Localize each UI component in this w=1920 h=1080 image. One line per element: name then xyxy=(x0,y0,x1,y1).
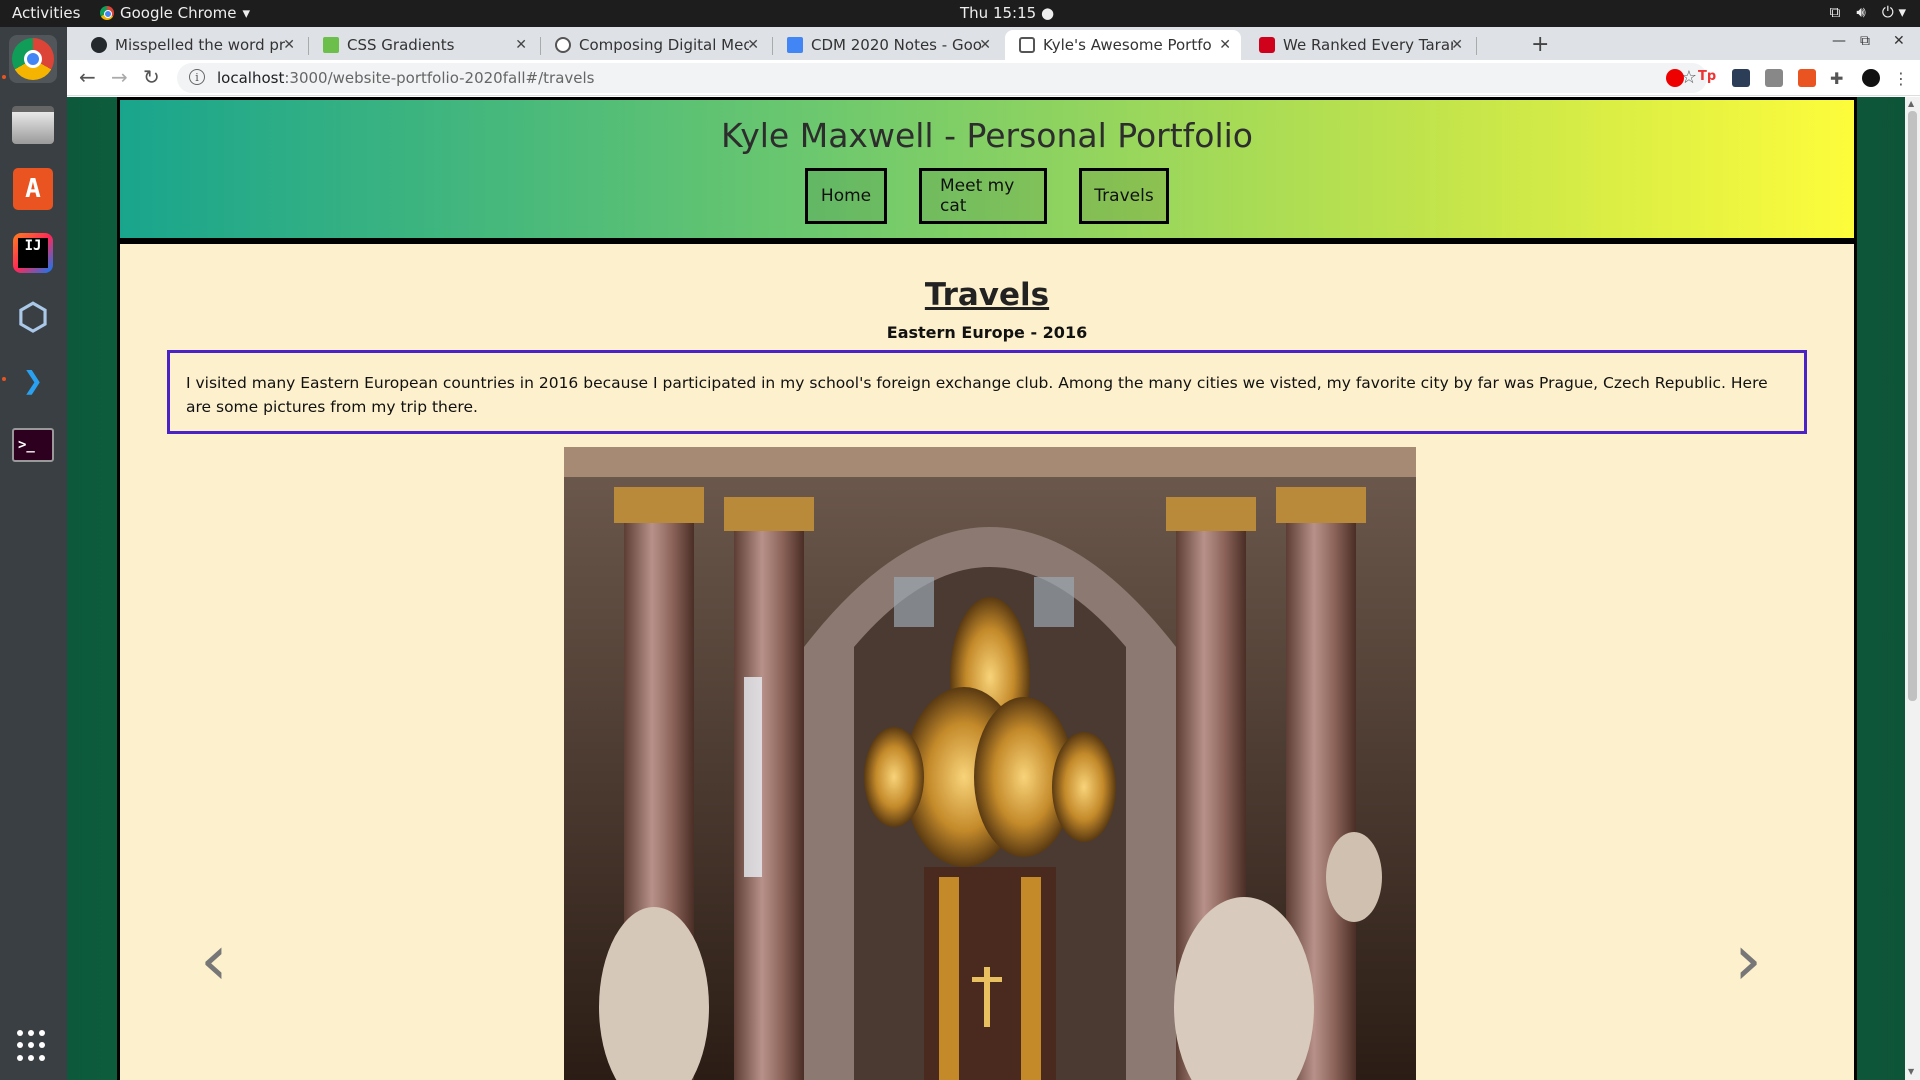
tab-title: We Ranked Every Tarantin xyxy=(1283,36,1453,54)
close-window-icon[interactable]: ✕ xyxy=(1893,33,1905,49)
new-tab-button[interactable]: + xyxy=(1531,32,1549,57)
tab-title: Misspelled the word profi xyxy=(115,36,285,54)
dock-terminal[interactable]: >_ xyxy=(9,421,57,469)
scroll-down-icon[interactable]: ▼ xyxy=(1908,1067,1914,1076)
chrome-icon xyxy=(12,38,54,80)
system-top-bar: Activities Google Chrome ▾ Thu 15:15 ● ⧉… xyxy=(0,0,1920,27)
tab-title: CDM 2020 Notes - Google xyxy=(811,36,981,54)
page-subtitle: Eastern Europe - 2016 xyxy=(886,323,1088,342)
tab[interactable]: We Ranked Every Tarantin ✕ xyxy=(1245,30,1473,60)
off-extension-icon[interactable] xyxy=(1798,69,1816,87)
reload-icon[interactable]: ↻ xyxy=(143,65,160,89)
browser-toolbar: ← → ↻ i localhost:3000/website-portfolio… xyxy=(67,60,1920,96)
intellij-icon: IJ xyxy=(13,233,53,273)
clock[interactable]: Thu 15:15 ● xyxy=(960,4,1054,22)
site-header: Kyle Maxwell - Personal Portfolio Home M… xyxy=(120,97,1854,244)
page-viewport: Kyle Maxwell - Personal Portfolio Home M… xyxy=(67,97,1920,1080)
url-host: localhost xyxy=(217,69,285,87)
close-icon[interactable]: ✕ xyxy=(1219,37,1231,53)
profile-avatar[interactable] xyxy=(1862,69,1880,87)
css-gradients-icon xyxy=(323,37,339,53)
carousel-prev-icon[interactable]: ‹ xyxy=(200,925,228,995)
tp-extension-icon[interactable]: Tp xyxy=(1698,69,1716,87)
dock-intellij[interactable]: IJ xyxy=(9,229,57,277)
tab-separator xyxy=(1476,37,1477,55)
back-icon[interactable]: ← xyxy=(79,65,96,89)
tab[interactable]: CSS Gradients ✕ xyxy=(309,30,537,60)
puzzle-extensions-icon[interactable]: ✚ xyxy=(1830,69,1848,88)
chrome-icon xyxy=(100,6,114,20)
terminal-icon: >_ xyxy=(12,428,54,462)
site-nav: Home Meet my cat Travels xyxy=(120,168,1854,224)
power-icon[interactable]: ⏻ ▾ xyxy=(1882,3,1906,21)
virtualbox-icon: ⬡ xyxy=(17,296,49,338)
minimize-icon[interactable]: — xyxy=(1832,33,1846,49)
system-tray[interactable]: ⧉ 🔊︎ ⏻ ▾ xyxy=(1830,3,1906,21)
portfolio-page: Kyle Maxwell - Personal Portfolio Home M… xyxy=(117,97,1857,1080)
page-title: Travels xyxy=(924,277,1050,313)
dock-software[interactable]: A xyxy=(9,165,57,213)
tab[interactable]: Composing Digital Media ✕ xyxy=(541,30,769,60)
active-indicator xyxy=(2,377,6,381)
opera-extension-icon[interactable] xyxy=(1666,69,1684,87)
extension-icon[interactable] xyxy=(1732,69,1750,87)
nav-home[interactable]: Home xyxy=(805,168,887,224)
carousel-photo xyxy=(564,447,1416,1080)
browser-window: Misspelled the word profi ✕ CSS Gradient… xyxy=(67,27,1920,1080)
tab-title: Kyle's Awesome Portfolio xyxy=(1043,36,1213,54)
chevron-down-icon: ▾ xyxy=(242,4,251,22)
network-icon[interactable]: ⧉ xyxy=(1830,3,1841,21)
close-icon[interactable]: ✕ xyxy=(1451,37,1463,53)
tab[interactable]: CDM 2020 Notes - Google ✕ xyxy=(773,30,1001,60)
dock: A IJ ⬡ ❯ >_ xyxy=(0,27,67,1080)
files-icon xyxy=(12,106,54,144)
dock-virtualbox[interactable]: ⬡ xyxy=(9,293,57,341)
github-icon xyxy=(91,37,107,53)
restore-icon[interactable]: ⧉ xyxy=(1860,33,1870,49)
react-icon xyxy=(1019,37,1035,53)
travel-description: I visited many Eastern European countrie… xyxy=(167,350,1807,434)
tab-title: Composing Digital Media xyxy=(579,36,749,54)
tab-active[interactable]: Kyle's Awesome Portfolio ✕ xyxy=(1005,30,1241,60)
activities-button[interactable]: Activities xyxy=(12,4,80,22)
close-icon[interactable]: ✕ xyxy=(979,37,991,53)
show-applications-icon[interactable] xyxy=(17,1030,49,1062)
church-altar-image xyxy=(564,447,1416,1080)
photo-carousel: ‹ › xyxy=(120,447,1854,1080)
site-favicon-icon xyxy=(1259,37,1275,53)
software-center-icon: A xyxy=(13,168,53,210)
dock-files[interactable] xyxy=(9,101,57,149)
app-menu[interactable]: Google Chrome ▾ xyxy=(100,4,250,22)
nav-meet-my-cat[interactable]: Meet my cat xyxy=(919,168,1047,224)
address-bar[interactable]: i localhost:3000/website-portfolio-2020f… xyxy=(177,63,1707,93)
carousel-next-icon[interactable]: › xyxy=(1734,925,1762,995)
close-icon[interactable]: ✕ xyxy=(515,37,527,53)
globe-icon xyxy=(555,37,571,53)
volume-icon[interactable]: 🔊︎ xyxy=(1856,3,1865,21)
close-icon[interactable]: ✕ xyxy=(283,37,295,53)
kebab-menu-icon[interactable]: ⋮ xyxy=(1893,69,1911,88)
forward-icon[interactable]: → xyxy=(111,65,128,89)
site-title: Kyle Maxwell - Personal Portfolio xyxy=(721,116,1253,155)
dock-chrome[interactable] xyxy=(9,35,57,83)
tab-title: CSS Gradients xyxy=(347,36,455,54)
active-indicator xyxy=(2,75,6,79)
close-icon[interactable]: ✕ xyxy=(747,37,759,53)
qr-extension-icon[interactable] xyxy=(1765,69,1783,87)
nav-travels[interactable]: Travels xyxy=(1079,168,1169,224)
info-icon[interactable]: i xyxy=(189,69,205,85)
intellij-label: IJ xyxy=(18,238,48,268)
url-path: :3000/website-portfolio-2020fall#/travel… xyxy=(284,69,595,87)
page-scrollbar[interactable]: ▲ ▼ xyxy=(1905,97,1920,1080)
google-docs-icon xyxy=(787,37,803,53)
vscode-icon: ❯ xyxy=(22,361,44,401)
tab[interactable]: Misspelled the word profi ✕ xyxy=(77,30,305,60)
app-menu-label: Google Chrome xyxy=(120,4,237,22)
tab-strip: Misspelled the word profi ✕ CSS Gradient… xyxy=(67,27,1920,60)
dock-vscode[interactable]: ❯ xyxy=(9,357,57,405)
scrollbar-thumb[interactable] xyxy=(1908,111,1917,701)
clock-label: Thu 15:15 xyxy=(960,4,1037,22)
scroll-up-icon[interactable]: ▲ xyxy=(1908,99,1914,108)
